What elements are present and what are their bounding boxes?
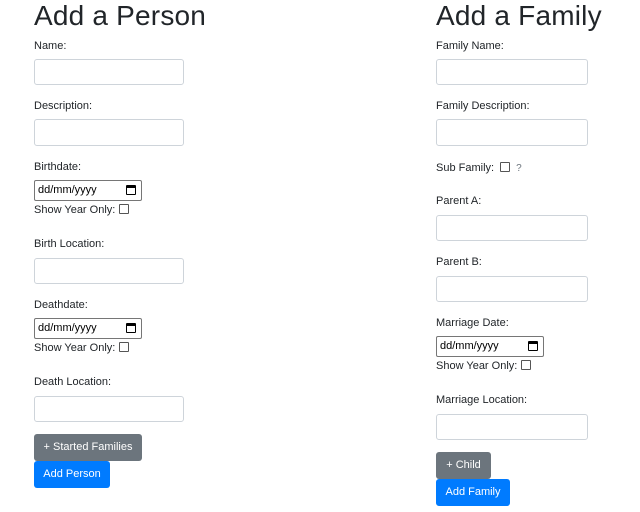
death-year-only-checkbox[interactable] — [119, 342, 130, 352]
marriage-date-label: Marriage Date: — [436, 317, 509, 329]
add-person-button[interactable]: Add Person — [34, 461, 110, 488]
marriage-year-only-label: Show Year Only: — [436, 360, 518, 372]
family-name-label: Family Name: — [436, 40, 504, 52]
death-location-input[interactable] — [34, 396, 184, 422]
parent-b-label: Parent B: — [436, 256, 482, 268]
marriage-year-only-checkbox[interactable] — [521, 360, 532, 370]
birth-location-input[interactable] — [34, 258, 184, 284]
sub-family-label: Sub Family: — [436, 162, 495, 174]
birthdate-label: Birthdate: — [34, 161, 82, 173]
add-family-button[interactable]: Add Family — [436, 479, 510, 506]
family-name-input[interactable] — [436, 59, 588, 85]
name-label: Name: — [34, 40, 67, 52]
description-label: Description: — [34, 100, 93, 112]
add-child-button[interactable]: + Child — [436, 452, 491, 479]
name-input[interactable] — [34, 59, 184, 85]
started-families-button[interactable]: + Started Families — [34, 434, 142, 461]
parent-a-label: Parent A: — [436, 195, 482, 207]
calendar-icon[interactable] — [528, 341, 538, 351]
parent-a-input[interactable] — [436, 215, 588, 241]
sub-family-checkbox[interactable] — [500, 162, 511, 172]
deathdate-input[interactable]: dd/mm/yyyy — [34, 318, 142, 339]
family-description-input[interactable] — [436, 119, 588, 146]
marriage-location-input[interactable] — [436, 414, 588, 440]
birthdate-input[interactable]: dd/mm/yyyy — [34, 180, 142, 201]
sub-family-help-icon[interactable]: ? — [516, 163, 522, 174]
birth-location-label: Birth Location: — [34, 238, 105, 250]
birth-year-only-checkbox[interactable] — [119, 204, 130, 214]
deathdate-label: Deathdate: — [34, 299, 88, 311]
add-person-title: Add a Person — [34, 0, 207, 31]
death-location-label: Death Location: — [34, 376, 112, 388]
marriage-date-input[interactable]: dd/mm/yyyy — [436, 336, 544, 357]
description-input[interactable] — [34, 119, 184, 146]
page: Add a Person Name: Description: Birthdat… — [0, 0, 640, 512]
birth-year-only-label: Show Year Only: — [34, 204, 116, 216]
marriage-year-only-row: Show Year Only: — [436, 360, 532, 373]
add-family-title: Add a Family — [436, 0, 602, 31]
marriage-date-placeholder: dd/mm/yyyy — [440, 340, 499, 352]
parent-b-input[interactable] — [436, 276, 588, 302]
calendar-icon[interactable] — [126, 323, 136, 333]
marriage-location-label: Marriage Location: — [436, 394, 528, 406]
birthdate-placeholder: dd/mm/yyyy — [38, 184, 97, 196]
birth-year-only-row: Show Year Only: — [34, 204, 130, 217]
family-description-label: Family Description: — [436, 100, 530, 112]
sub-family-row: Sub Family:? — [436, 162, 522, 175]
deathdate-placeholder: dd/mm/yyyy — [38, 322, 97, 334]
death-year-only-row: Show Year Only: — [34, 342, 130, 355]
death-year-only-label: Show Year Only: — [34, 342, 116, 354]
calendar-icon[interactable] — [126, 185, 136, 195]
